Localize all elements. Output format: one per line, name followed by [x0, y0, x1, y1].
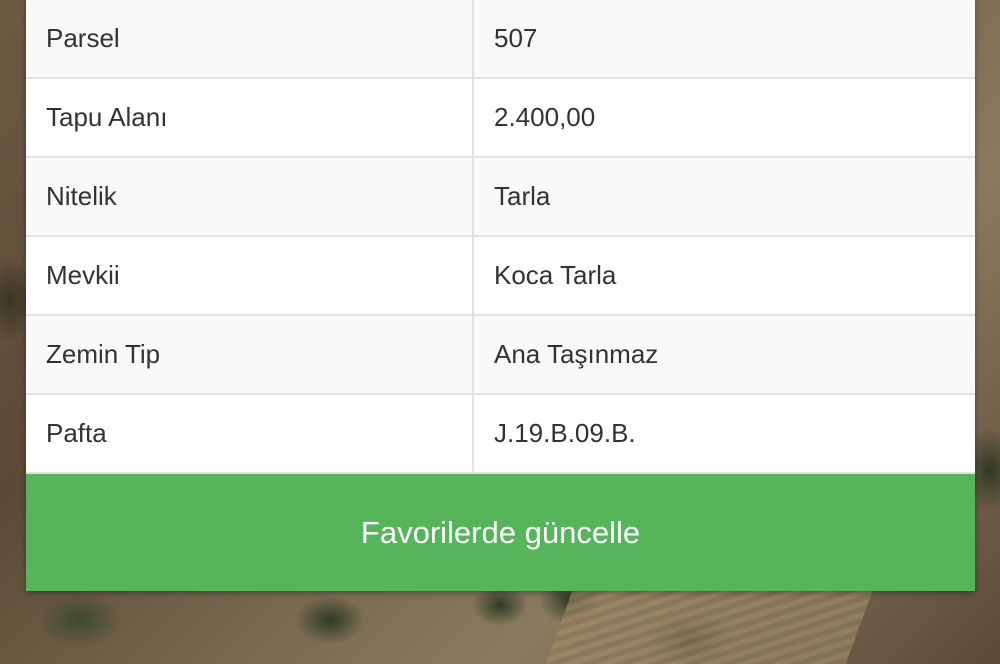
row-value: Ana Taşınmaz [473, 315, 975, 395]
row-value: Tarla [473, 157, 975, 237]
table-row-mevkii: Mevkii Koca Tarla [26, 236, 975, 316]
table-row-zemin-tip: Zemin Tip Ana Taşınmaz [26, 315, 975, 395]
table-row-parsel: Parsel 507 [26, 0, 975, 79]
parcel-info-panel: Parsel 507 Tapu Alanı 2.400,00 Nitelik T… [26, 0, 975, 591]
row-value: J.19.B.09.B. [473, 394, 975, 474]
row-label: Tapu Alanı [26, 78, 474, 158]
row-label: Nitelik [26, 157, 474, 237]
row-value: 507 [473, 0, 975, 79]
update-favorites-button[interactable]: Favorilerde güncelle [26, 474, 975, 591]
row-value: 2.400,00 [473, 78, 975, 158]
row-label: Pafta [26, 394, 474, 474]
row-value: Koca Tarla [473, 236, 975, 316]
table-row-tapu-alani: Tapu Alanı 2.400,00 [26, 78, 975, 158]
row-label: Mevkii [26, 236, 474, 316]
row-label: Parsel [26, 0, 474, 79]
table-row-nitelik: Nitelik Tarla [26, 157, 975, 237]
parcel-details-table: Parsel 507 Tapu Alanı 2.400,00 Nitelik T… [26, 0, 975, 474]
table-row-pafta: Pafta J.19.B.09.B. [26, 394, 975, 474]
row-label: Zemin Tip [26, 315, 474, 395]
map-field-texture [543, 580, 877, 664]
